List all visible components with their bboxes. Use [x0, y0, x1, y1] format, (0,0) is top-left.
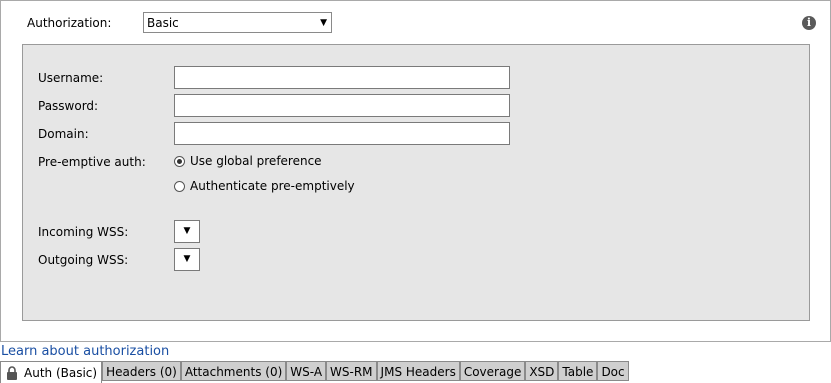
radio-button[interactable] — [174, 180, 185, 192]
domain-field[interactable] — [174, 122, 510, 145]
radio-authenticate-preemptively[interactable]: Authenticate pre-emptively — [174, 179, 355, 193]
bottom-tab-bar: Auth (Basic) Headers (0) Attachments (0)… — [0, 361, 629, 383]
password-label: Password: — [38, 99, 99, 113]
username-field[interactable] — [174, 66, 510, 89]
tab-xsd[interactable]: XSD — [525, 361, 559, 381]
authorization-selected-value: Basic — [147, 16, 179, 30]
preemptive-auth-label: Pre-emptive auth: — [38, 155, 146, 169]
username-label: Username: — [38, 71, 104, 85]
lock-icon — [7, 365, 17, 380]
chevron-down-icon: ▼ — [320, 18, 327, 28]
credentials-group: Username: Password: Domain: Pre-emptive … — [22, 44, 810, 321]
info-icon[interactable]: i — [802, 16, 816, 30]
tab-auth[interactable]: Auth (Basic) — [0, 361, 103, 383]
tab-auth-label: Auth (Basic) — [24, 365, 98, 380]
tab-ws-rm[interactable]: WS-RM — [326, 361, 377, 381]
chevron-down-icon: ▼ — [183, 254, 191, 264]
tab-coverage[interactable]: Coverage — [459, 361, 526, 381]
tab-jms-headers[interactable]: JMS Headers — [376, 361, 460, 381]
radio-global-label: Use global preference — [190, 154, 322, 168]
tab-headers[interactable]: Headers (0) — [102, 361, 181, 381]
incoming-wss-select[interactable]: ▼ — [174, 220, 200, 243]
radio-use-global-preference[interactable]: Use global preference — [174, 154, 322, 168]
domain-label: Domain: — [38, 127, 89, 141]
password-field[interactable] — [174, 94, 510, 117]
incoming-wss-label: Incoming WSS: — [38, 225, 129, 239]
tab-doc[interactable]: Doc — [597, 361, 629, 381]
tab-attachments[interactable]: Attachments (0) — [180, 361, 287, 381]
outgoing-wss-select[interactable]: ▼ — [174, 248, 200, 271]
chevron-down-icon: ▼ — [183, 226, 191, 236]
auth-panel: Authorization: Basic ▼ i Username: Passw… — [0, 0, 831, 342]
radio-button-checked[interactable] — [174, 155, 185, 167]
outgoing-wss-label: Outgoing WSS: — [38, 253, 129, 267]
tab-ws-a[interactable]: WS-A — [286, 361, 327, 381]
radio-preemptive-label: Authenticate pre-emptively — [190, 179, 355, 193]
learn-about-authorization-link[interactable]: Learn about authorization — [1, 344, 169, 359]
tab-table[interactable]: Table — [558, 361, 598, 381]
authorization-select[interactable]: Basic ▼ — [143, 12, 332, 33]
authorization-label: Authorization: — [27, 16, 112, 30]
